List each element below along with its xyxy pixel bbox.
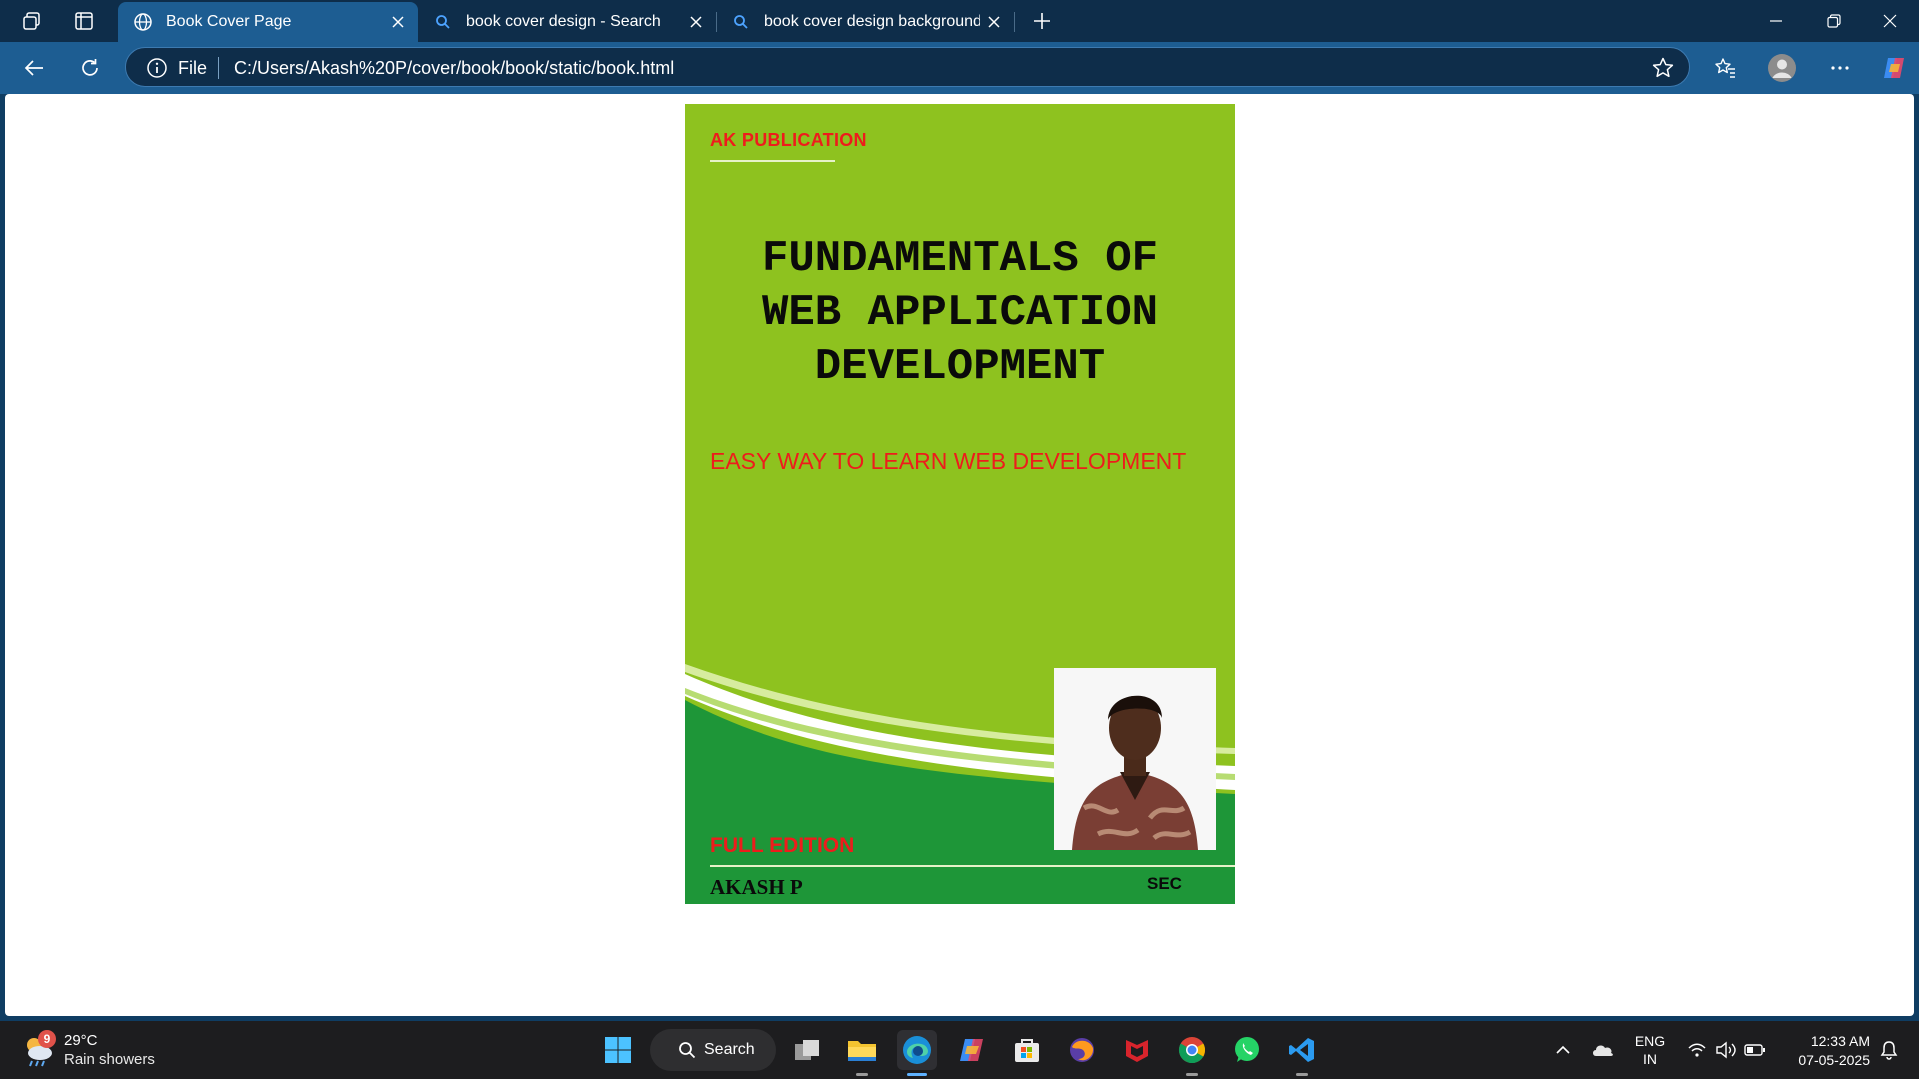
whatsapp-icon[interactable] [1227,1030,1267,1070]
task-view-icon[interactable] [787,1030,827,1070]
battery-icon[interactable] [1740,1030,1770,1070]
input-language-indicator[interactable]: ENG IN [1630,1032,1670,1068]
chrome-icon[interactable] [1172,1030,1212,1076]
weather-temperature: 29°C [64,1032,98,1049]
edition-label: FULL EDITION [710,834,855,857]
back-arrow-icon[interactable] [16,50,52,86]
browser-title-bar: Book Cover Page book cover design - Sear… [0,0,1919,42]
taskbar-search-button[interactable]: Search [650,1029,776,1071]
weather-condition: Rain showers [64,1051,155,1068]
vertical-tabs-icon[interactable] [68,6,100,36]
weather-widget[interactable]: 9 29°C Rain showers [20,1029,200,1071]
profile-avatar-icon[interactable] [1764,50,1800,86]
microsoft-store-icon[interactable] [1007,1030,1047,1070]
close-window-icon[interactable] [1861,0,1919,42]
tab-book-cover-page[interactable]: Book Cover Page [118,2,418,42]
edge-icon[interactable] [897,1030,937,1076]
copilot-icon[interactable] [952,1030,992,1070]
favorite-star-icon[interactable] [1651,56,1675,80]
globe-icon [132,11,154,33]
book-title-line: WEB APPLICATION [761,288,1159,338]
close-tab-icon[interactable] [980,8,1008,36]
tab-title: Book Cover Page [166,13,292,30]
book-title-line: DEVELOPMENT [814,342,1106,392]
clock-time: 12:33 AM [1810,1033,1870,1049]
clock-date: 07-05-2025 [1798,1052,1870,1068]
tab-search-book-cover-design[interactable]: book cover design - Search [418,2,716,42]
taskbar-clock[interactable]: 12:33 AM 07-05-2025 [1770,1032,1870,1070]
workspaces-icon[interactable] [16,6,48,36]
author-photo [1054,668,1216,850]
wifi-icon[interactable] [1682,1030,1712,1070]
volume-icon[interactable] [1711,1030,1741,1070]
file-explorer-icon[interactable] [842,1030,882,1076]
weather-alert-badge: 9 [38,1030,56,1048]
address-separator [218,57,219,79]
onedrive-cloud-icon[interactable] [1588,1030,1618,1070]
show-hidden-icons-chevron-icon[interactable] [1548,1030,1578,1070]
copilot-icon[interactable] [1876,50,1912,86]
minimize-icon[interactable] [1747,0,1805,42]
region-code: IN [1643,1051,1657,1067]
close-tab-icon[interactable] [682,8,710,36]
favorites-icon[interactable] [1707,50,1743,86]
tab-title: book cover design background - [764,13,980,30]
search-icon [678,1041,696,1059]
taskbar-search-label: Search [704,1041,755,1058]
restore-icon[interactable] [1805,0,1863,42]
running-indicator [856,1073,868,1076]
institution-label: SEC [1147,874,1182,893]
book-subtitle: EASY WAY TO LEARN WEB DEVELOPMENT [710,448,1187,474]
tab-separator [1014,12,1015,32]
running-indicator [1186,1073,1198,1076]
close-tab-icon[interactable] [384,8,412,36]
publisher-underline [710,160,835,162]
navigation-bar: File C:/Users/Akash%20P/cover/book/book/… [0,42,1919,94]
book-title: FUNDAMENTALS OF WEB APPLICATION DEVELOPM… [695,232,1225,394]
new-tab-icon[interactable] [1026,6,1058,36]
address-bar[interactable]: File C:/Users/Akash%20P/cover/book/book/… [125,47,1690,87]
language-code: ENG [1634,1033,1666,1049]
tab-search-book-cover-background[interactable]: book cover design background - [716,2,1014,42]
footer-divider [710,865,1235,867]
firefox-icon[interactable] [1062,1030,1102,1070]
notifications-bell-icon[interactable] [1874,1030,1904,1070]
page-viewport: AK PUBLICATION FUNDAMENTALS OF WEB APPLI… [5,94,1914,1016]
publisher-name: AK PUBLICATION [710,130,867,150]
running-indicator [1296,1073,1308,1076]
search-icon [432,11,454,33]
more-options-icon[interactable] [1822,50,1858,86]
site-scheme-label[interactable]: File [178,58,207,79]
windows-taskbar: 9 29°C Rain showers Search ENG IN 12:33 … [0,1021,1919,1079]
vscode-icon[interactable] [1282,1030,1322,1076]
book-cover: AK PUBLICATION FUNDAMENTALS OF WEB APPLI… [685,104,1235,904]
book-title-line: FUNDAMENTALS OF [761,234,1159,284]
running-indicator [907,1073,927,1076]
tab-title: book cover design - Search [466,13,661,30]
mcafee-icon[interactable] [1117,1030,1157,1070]
search-icon [730,11,752,33]
url-text[interactable]: C:/Users/Akash%20P/cover/book/book/stati… [234,58,674,79]
author-name: AKASH P [710,875,803,899]
refresh-icon[interactable] [72,50,108,86]
info-icon[interactable] [146,57,168,79]
windows-start-icon[interactable] [598,1030,638,1070]
